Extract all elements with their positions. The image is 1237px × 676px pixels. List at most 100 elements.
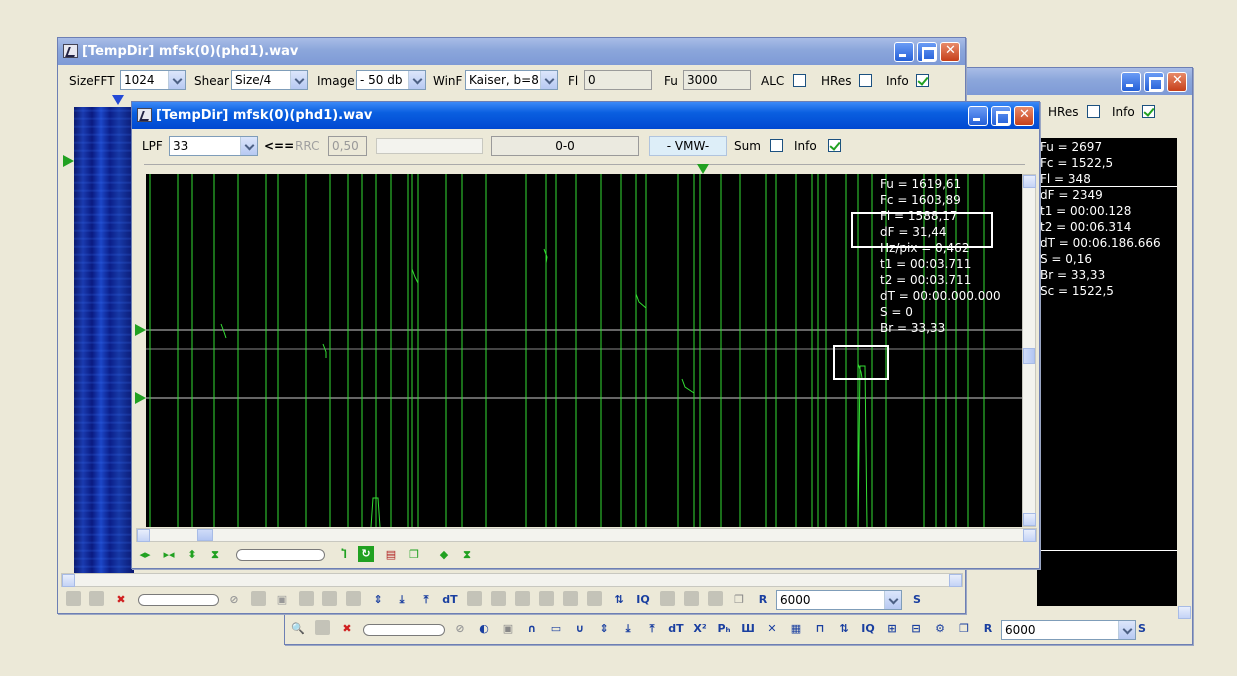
close-button[interactable] <box>940 42 960 62</box>
sizefft-select[interactable]: 1024 <box>120 70 186 90</box>
shear-select[interactable]: Size/4 <box>231 70 308 90</box>
maximize-button[interactable] <box>1144 72 1164 92</box>
expand-horizontal-icon[interactable]: ◂▸ <box>136 546 154 564</box>
up-down-arrows-icon[interactable]: ⇕ <box>369 591 387 609</box>
hourglass-icon[interactable]: ⧗ <box>458 546 476 564</box>
maximize-button[interactable] <box>917 42 937 62</box>
pattern-a-icon[interactable]: ⊞ <box>883 620 901 638</box>
no-icon[interactable]: ⊘ <box>225 591 243 609</box>
fu-field[interactable]: 3000 <box>683 70 751 90</box>
fl-field[interactable]: 0 <box>584 70 652 90</box>
scroll-left-button[interactable] <box>137 529 150 542</box>
lower-level-marker[interactable] <box>135 392 146 404</box>
pulse-icon[interactable]: ⊓ <box>811 620 829 638</box>
arrows-out-icon[interactable]: ⤒ <box>643 620 661 638</box>
zoom-icon[interactable]: 🔍 <box>289 620 307 638</box>
frequency-marker[interactable] <box>63 155 74 167</box>
gear-icon[interactable]: ⚙ <box>931 620 949 638</box>
front-toolbar-slider[interactable] <box>236 549 325 561</box>
minimize-button[interactable] <box>1121 72 1141 92</box>
no-icon[interactable]: ⊘ <box>451 620 469 638</box>
r-icon[interactable]: R <box>979 620 997 638</box>
speaker-icon[interactable]: ◐ <box>475 620 493 638</box>
hscroll-thumb[interactable] <box>197 529 213 541</box>
sum-checkbox[interactable] <box>770 139 783 152</box>
plot-vscroll[interactable] <box>1022 174 1036 527</box>
dt-icon[interactable]: dT <box>667 620 685 638</box>
copy-icon[interactable]: ❐ <box>405 546 423 564</box>
s-icon[interactable]: S <box>908 591 926 609</box>
back-rate-select[interactable]: 6000 <box>1001 620 1136 640</box>
rrc-field[interactable]: 0,50 <box>328 136 367 156</box>
diamond-icon[interactable]: ◆ <box>435 546 453 564</box>
up-down-arrows-icon[interactable]: ⇕ <box>595 620 613 638</box>
time-cursor-marker[interactable] <box>697 164 709 174</box>
minimize-button[interactable] <box>894 42 914 62</box>
vmw-button[interactable]: - VMW- <box>649 136 727 156</box>
s-icon[interactable]: S <box>1133 620 1151 638</box>
close-button[interactable] <box>1014 106 1034 126</box>
close-button[interactable] <box>1167 72 1187 92</box>
scroll-down-button[interactable] <box>1023 513 1036 526</box>
sort-icon[interactable]: ⇅ <box>835 620 853 638</box>
hres-checkbox[interactable] <box>1087 105 1100 118</box>
scroll-right-button[interactable] <box>1023 529 1036 542</box>
winf-select[interactable]: Kaiser, b=8 <box>465 70 558 90</box>
delete-icon[interactable]: ✖ <box>338 620 356 638</box>
curve-up-icon[interactable]: ∩ <box>523 620 541 638</box>
curve-down-icon[interactable]: ∪ <box>571 620 589 638</box>
shrink-horizontal-icon[interactable]: ▸◂ <box>160 546 178 564</box>
hres-checkbox[interactable] <box>859 74 872 87</box>
arrows-in-icon[interactable]: ⤓ <box>393 591 411 609</box>
main-window-titlebar[interactable]: [TempDir] mfsk(0)(phd1).wav <box>58 38 965 65</box>
frame-icon[interactable]: ▣ <box>273 591 291 609</box>
scroll-right-button[interactable] <box>949 574 962 587</box>
dt-icon[interactable]: dT <box>441 591 459 609</box>
front-window-titlebar[interactable]: [TempDir] mfsk(0)(phd1).wav <box>132 102 1039 129</box>
iq-icon[interactable]: IQ <box>634 591 652 609</box>
info-checkbox[interactable] <box>1142 105 1155 118</box>
pattern-b-icon[interactable]: ⊟ <box>907 620 925 638</box>
refresh-icon[interactable]: ↻ <box>358 546 374 562</box>
minimize-button[interactable] <box>968 106 988 126</box>
spectrogram-pattern <box>74 107 134 573</box>
image-select[interactable]: - 50 db <box>356 70 426 90</box>
arrows-in-icon[interactable]: ⤓ <box>619 620 637 638</box>
vscroll-thumb[interactable] <box>1023 348 1035 364</box>
x-squared-icon[interactable]: X² <box>691 620 709 638</box>
expand-vertical-icon[interactable]: ⬍ <box>183 546 201 564</box>
back-toolbar-slider[interactable] <box>363 624 445 636</box>
alc-checkbox[interactable] <box>793 74 806 87</box>
upper-level-marker[interactable] <box>135 324 146 336</box>
scroll-left-button[interactable] <box>62 574 75 587</box>
frame-icon[interactable]: ▣ <box>499 620 517 638</box>
iq-icon[interactable]: IQ <box>859 620 877 638</box>
rect-icon[interactable]: ▭ <box>547 620 565 638</box>
rrc-slider[interactable] <box>376 138 483 154</box>
delete-icon[interactable]: ✖ <box>112 591 130 609</box>
top-marker[interactable] <box>112 95 124 105</box>
copy-icon[interactable]: ❐ <box>730 591 748 609</box>
grid-icon[interactable]: ▦ <box>787 620 805 638</box>
maximize-button[interactable] <box>991 106 1011 126</box>
waveform-plot[interactable]: Fu = 1619,61 Fc = 1603,89 Fl = 1588,17 dF =… <box>146 174 1022 527</box>
info-checkbox[interactable] <box>828 139 841 152</box>
ph-icon[interactable]: Pₕ <box>715 620 733 638</box>
main-hscroll[interactable] <box>61 573 963 587</box>
copy-icon[interactable]: ❐ <box>955 620 973 638</box>
cross-arrows-icon[interactable]: ✕ <box>763 620 781 638</box>
plot-hscroll[interactable] <box>136 528 1037 542</box>
lpf-select[interactable]: 33 <box>169 136 258 156</box>
step-icon[interactable]: Ⴈ <box>335 546 353 564</box>
save-icon[interactable]: ▤ <box>382 546 400 564</box>
main-rate-select[interactable]: 6000 <box>776 590 902 610</box>
comb-icon[interactable]: Ш <box>739 620 757 638</box>
scroll-up-button[interactable] <box>1023 175 1036 188</box>
main-toolbar-slider[interactable] <box>138 594 219 606</box>
apply-arrow-label[interactable]: <== <box>264 139 294 153</box>
info-checkbox[interactable] <box>916 74 929 87</box>
arrows-out-icon[interactable]: ⤒ <box>417 591 435 609</box>
r-icon[interactable]: R <box>754 591 772 609</box>
shrink-vertical-icon[interactable]: ⧗ <box>206 546 224 564</box>
sort-icon[interactable]: ⇅ <box>610 591 628 609</box>
